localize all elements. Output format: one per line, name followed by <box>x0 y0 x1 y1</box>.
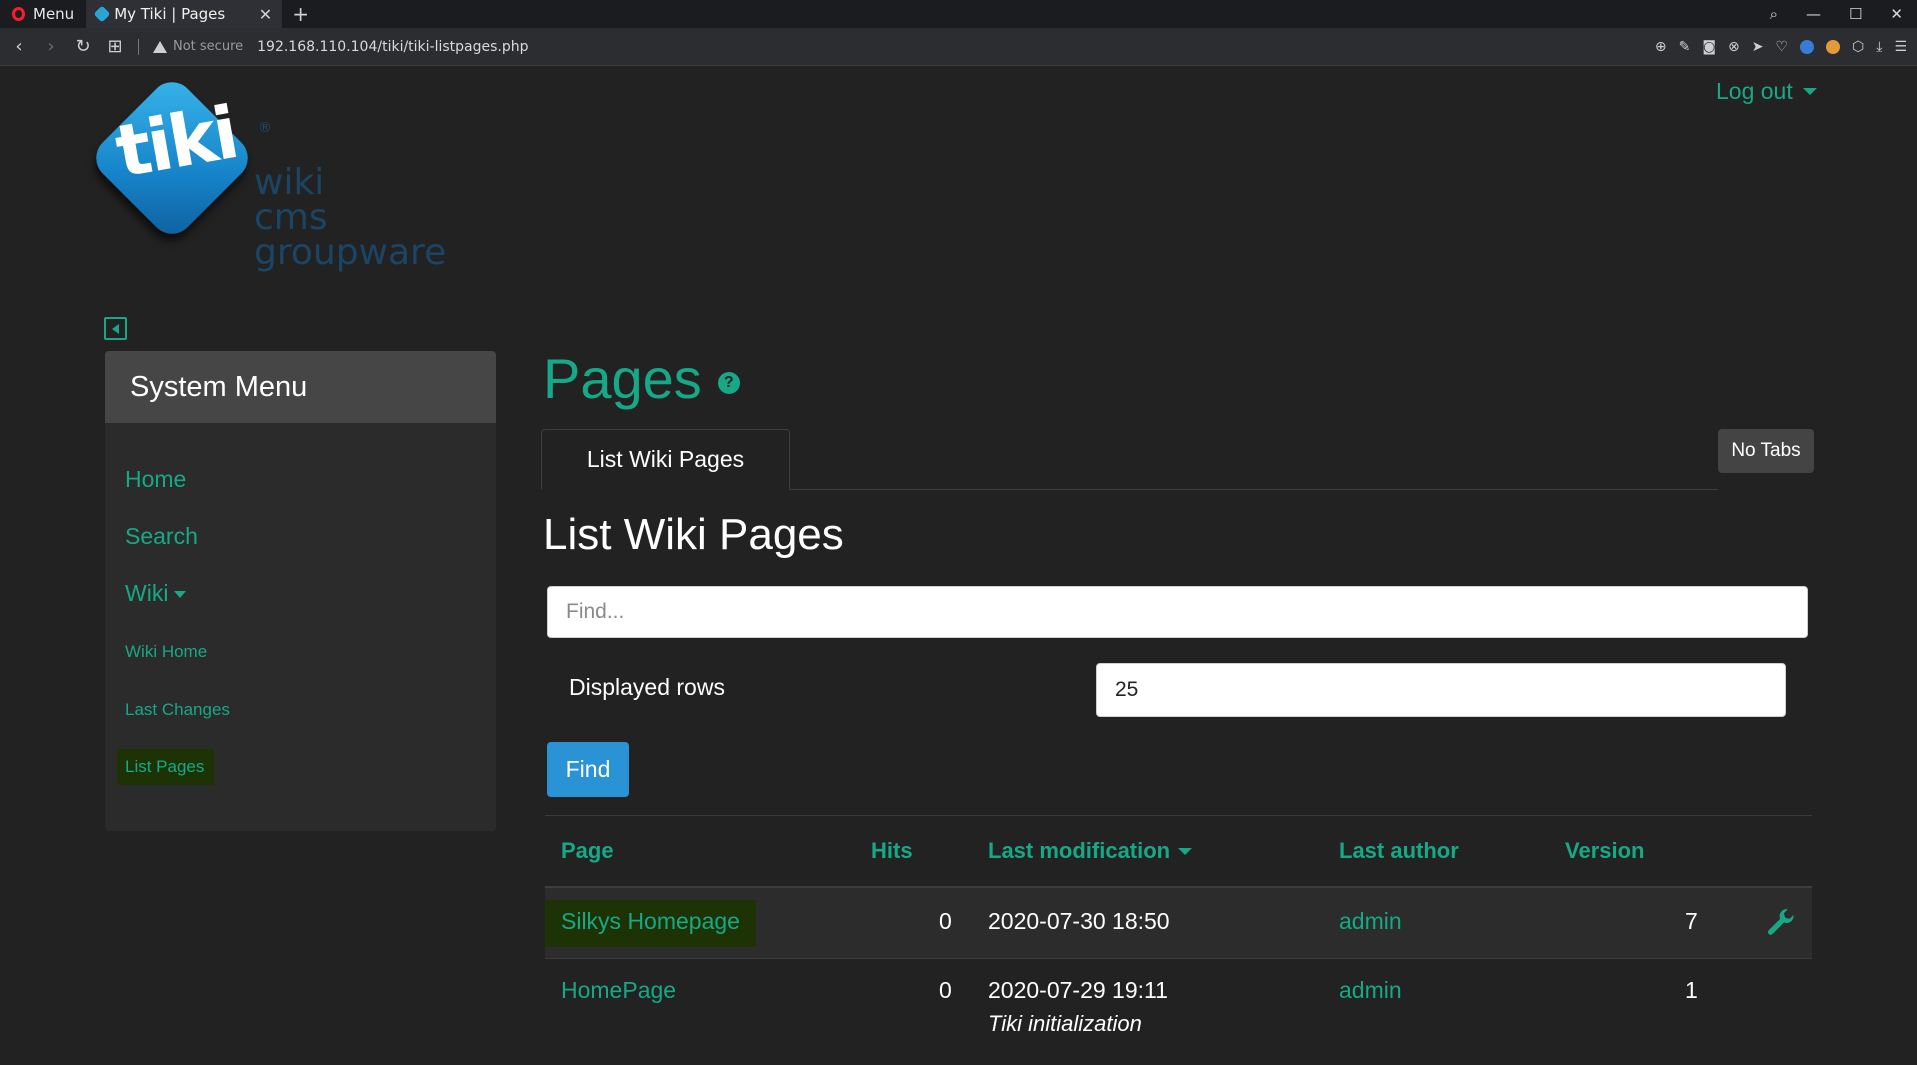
author-link[interactable]: admin <box>1339 977 1402 1004</box>
table-header: Page Hits Last modification Last author … <box>545 815 1812 888</box>
camera-icon[interactable]: ◙ <box>1702 39 1716 55</box>
tab-search-icon[interactable]: ⌕ <box>1770 5 1778 23</box>
back-icon[interactable]: ‹ <box>10 36 28 57</box>
pages-table: Page Hits Last modification Last author … <box>545 815 1812 1053</box>
logout-dropdown[interactable]: Log out <box>1716 78 1817 105</box>
find-button[interactable]: Find <box>547 742 629 797</box>
displayed-rows-label: Displayed rows <box>569 674 725 700</box>
header-last-modification[interactable]: Last modification <box>988 838 1193 864</box>
zoom-icon[interactable]: ⊕ <box>1655 39 1667 55</box>
system-menu-title: System Menu <box>105 351 496 423</box>
page-title: Pages ? <box>543 346 740 411</box>
maximize-icon[interactable]: ☐ <box>1849 5 1862 23</box>
url-field[interactable]: 192.168.110.104/tiki/tiki-listpages.php <box>257 39 528 55</box>
find-input[interactable] <box>547 586 1808 638</box>
chevron-down-icon <box>174 591 187 599</box>
forward-icon[interactable]: › <box>42 36 60 57</box>
hits-value: 0 <box>939 908 952 934</box>
window-controls: ⌕ — ☐ ✕ <box>1770 0 1917 28</box>
sidebar-item-wiki-label: Wiki <box>125 580 169 606</box>
help-icon[interactable]: ? <box>717 371 740 394</box>
tiki-favicon-icon <box>93 5 111 23</box>
header-version[interactable]: Version <box>1565 838 1644 864</box>
sidebar-item-wiki[interactable]: Wiki <box>125 580 187 607</box>
logout-label: Log out <box>1716 78 1793 104</box>
logo-tagline-word: groupware <box>254 232 447 273</box>
header-hits[interactable]: Hits <box>871 838 913 864</box>
heart-icon[interactable]: ♡ <box>1775 39 1788 55</box>
send-icon[interactable]: ➤ <box>1752 39 1764 55</box>
header-last-author[interactable]: Last author <box>1339 838 1459 864</box>
new-tab-icon[interactable]: + <box>282 2 319 26</box>
browser-tab-active[interactable]: My Tiki | Pages ✕ <box>86 0 283 28</box>
author-link[interactable]: admin <box>1339 908 1402 935</box>
hits-value: 0 <box>939 977 952 1003</box>
modified-value: 2020-07-29 19:11 <box>988 977 1168 1003</box>
sidebar-item-list-pages[interactable]: List Pages <box>117 749 215 785</box>
sidebar-item-last-changes[interactable]: Last Changes <box>125 700 230 720</box>
logo-tagline-word: wiki <box>254 162 325 203</box>
header-last-modification-label: Last modification <box>988 838 1171 863</box>
displayed-rows-input[interactable] <box>1096 663 1786 717</box>
cube-icon[interactable]: ⬡ <box>1852 39 1864 55</box>
version-value: 1 <box>1685 977 1698 1003</box>
edit-icon[interactable]: ✎ <box>1679 39 1691 55</box>
page-link[interactable]: Silkys Homepage <box>545 900 756 947</box>
page-comment: Tiki initialization <box>988 1011 1142 1036</box>
section-title: List Wiki Pages <box>543 510 844 559</box>
logo-tagline: wiki cms groupware <box>254 162 447 273</box>
cookie-extension-icon[interactable] <box>1826 40 1840 54</box>
address-separator <box>138 38 139 55</box>
sidebar-collapse-icon[interactable] <box>104 317 127 340</box>
block-icon[interactable]: ⊗ <box>1728 39 1740 55</box>
wrench-icon[interactable] <box>1766 908 1796 938</box>
tab-title: My Tiki | Pages <box>114 5 226 23</box>
sidebar-item-home[interactable]: Home <box>125 466 186 493</box>
browser-menu-label: Menu <box>33 5 75 23</box>
browser-menu-button[interactable]: Menu <box>0 0 86 28</box>
extension-icons: ⊕ ✎ ◙ ⊗ ➤ ♡ ⬡ ⤓ ☰ <box>1655 28 1907 66</box>
table-row: Silkys Homepage 0 2020-07-30 18:50 admin… <box>545 888 1812 959</box>
registered-icon: ® <box>258 120 272 136</box>
warning-icon <box>153 40 167 53</box>
header-page[interactable]: Page <box>561 838 614 864</box>
browser-tab-bar: Menu My Tiki | Pages ✕ + ⌕ — ☐ ✕ <box>0 0 1917 28</box>
download-icon[interactable]: ⤓ <box>1876 39 1882 55</box>
reload-icon[interactable]: ↻ <box>74 36 92 57</box>
table-row: HomePage 0 2020-07-29 19:11 Tiki initial… <box>545 959 1812 1053</box>
logo-tagline-word: cms <box>254 197 328 238</box>
address-bar: ‹ › ↻ ⊞ Not secure 192.168.110.104/tiki/… <box>0 28 1917 66</box>
tiki-logo[interactable]: tiki ® wiki cms groupware <box>87 73 480 280</box>
speed-dial-icon[interactable]: ⊞ <box>106 36 124 57</box>
page-link[interactable]: HomePage <box>561 977 676 1004</box>
minimize-icon[interactable]: — <box>1806 5 1821 23</box>
security-label: Not secure <box>173 39 244 54</box>
modified-value: 2020-07-30 18:50 <box>988 908 1170 934</box>
sidebar-item-search[interactable]: Search <box>125 523 198 550</box>
page-title-text: Pages <box>543 347 702 410</box>
close-window-icon[interactable]: ✕ <box>1890 5 1903 23</box>
tab-close-icon[interactable]: ✕ <box>259 5 272 24</box>
vpn-extension-icon[interactable] <box>1800 40 1814 54</box>
tab-list-wiki-pages[interactable]: List Wiki Pages <box>541 429 790 490</box>
system-menu: System Menu Home Search Wiki Wiki Home L… <box>105 351 496 831</box>
sort-desc-icon <box>1178 847 1193 855</box>
caret-down-icon <box>1802 88 1817 95</box>
sidebar-menu-icon[interactable]: ☰ <box>1894 39 1907 55</box>
opera-logo-icon <box>12 7 25 21</box>
security-indicator[interactable]: Not secure <box>153 39 243 54</box>
version-value: 7 <box>1685 908 1698 934</box>
sidebar-item-wiki-home[interactable]: Wiki Home <box>125 642 207 662</box>
no-tabs-button[interactable]: No Tabs <box>1718 429 1814 473</box>
